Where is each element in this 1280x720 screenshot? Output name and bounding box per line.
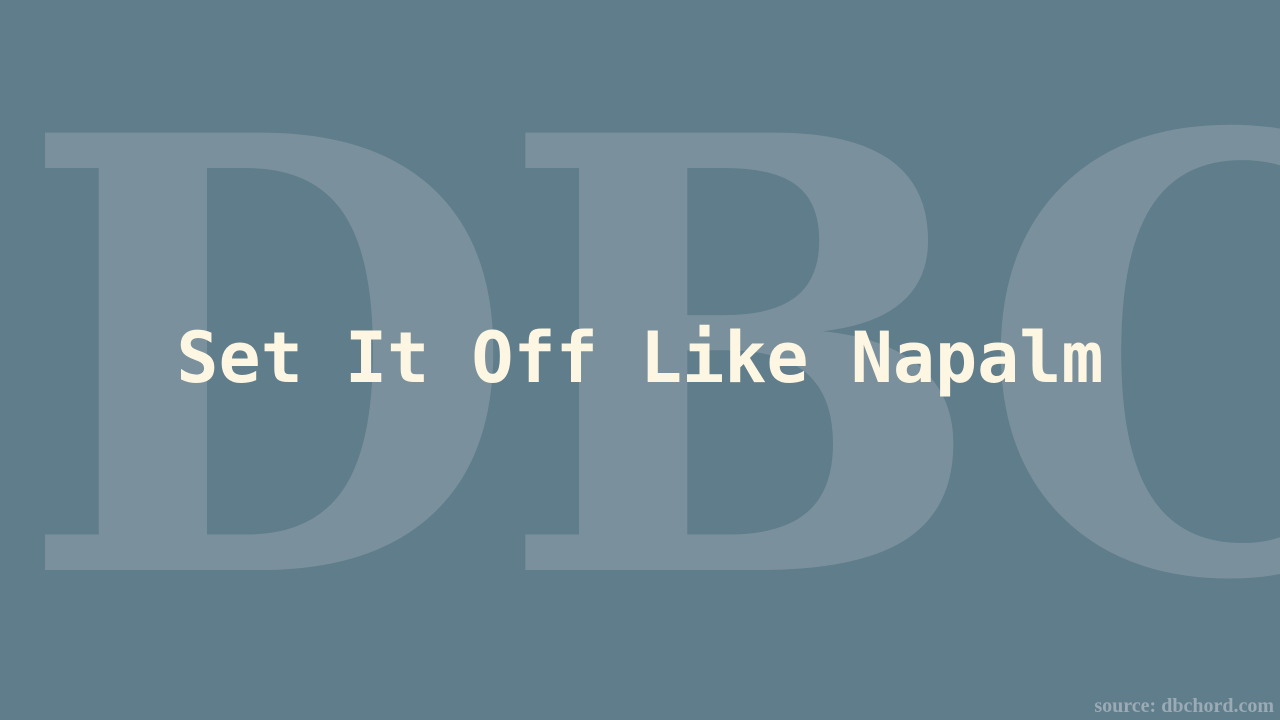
source-credit: source: dbchord.com <box>1094 695 1274 717</box>
song-title: Set It Off Like Napalm <box>176 317 1104 399</box>
